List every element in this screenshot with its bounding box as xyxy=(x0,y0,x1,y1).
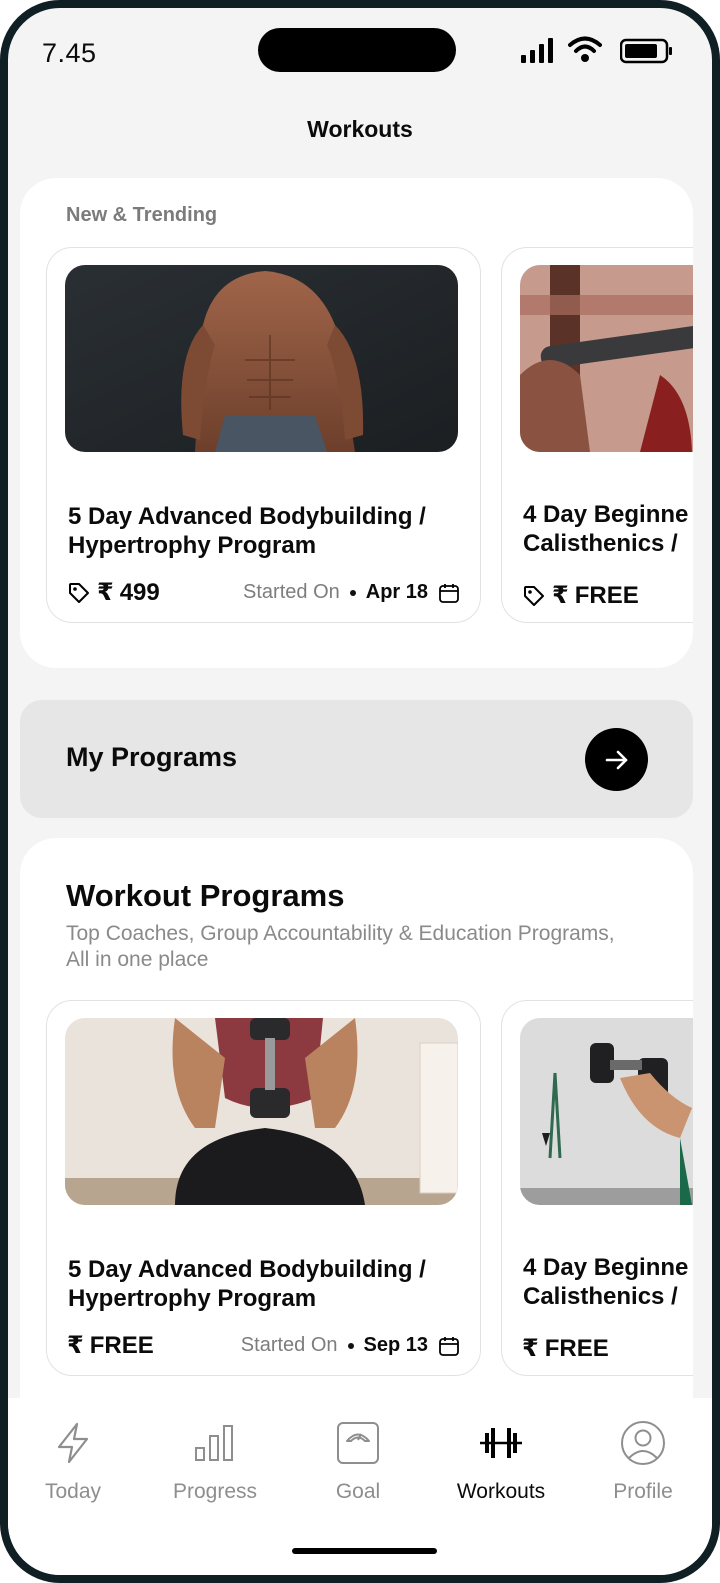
tab-label: Goal xyxy=(335,1480,381,1503)
bar-chart-icon xyxy=(195,1425,233,1461)
price-row: ₹ FREE xyxy=(67,1331,154,1360)
price-tag-icon xyxy=(69,582,89,603)
price-row: ₹ FREE xyxy=(522,581,639,610)
program-card[interactable]: 5 Day Advanced Bodybuilding / Hypertroph… xyxy=(46,247,481,623)
new-trending-section: New & Trending 5 Day Advanced Bodybuildi… xyxy=(20,178,693,668)
price-value: FREE xyxy=(574,581,639,609)
section-heading: Workout Programs xyxy=(66,878,345,913)
tab-today[interactable]: Today xyxy=(8,1420,138,1504)
status-bar: 7.45 xyxy=(8,8,712,108)
start-date: Sep 13 xyxy=(363,1334,428,1356)
arrow-right-icon xyxy=(605,750,627,769)
section-label: New & Trending xyxy=(66,204,218,226)
separator-dot xyxy=(347,1342,354,1349)
program-image xyxy=(520,265,693,452)
workout-programs-section: Workout Programs Top Coaches, Group Acco… xyxy=(20,838,693,1408)
price-value: FREE xyxy=(89,1331,154,1359)
price-value: 499 xyxy=(119,578,160,606)
price-tag-icon xyxy=(524,585,544,606)
my-programs-label: My Programs xyxy=(66,742,238,772)
my-programs-button[interactable]: My Programs xyxy=(20,700,693,818)
currency-symbol: ₹ xyxy=(67,1332,84,1359)
started-on-label: Started On xyxy=(240,1334,338,1356)
program-image xyxy=(520,1018,693,1205)
tab-progress[interactable]: Progress xyxy=(150,1420,280,1504)
tab-label: Progress xyxy=(172,1480,258,1503)
program-image xyxy=(65,265,458,452)
program-title: 4 Day Beginne Calisthenics / xyxy=(523,501,689,557)
started-on-row: Started On Sep 13 xyxy=(241,1334,460,1357)
currency-symbol: ₹ xyxy=(97,579,114,606)
tab-label: Workouts xyxy=(456,1480,546,1503)
tab-goal[interactable]: Goal xyxy=(293,1420,423,1504)
program-card[interactable]: 4 Day Beginne Calisthenics / ₹ FREE xyxy=(501,1000,693,1376)
start-date: Apr 18 xyxy=(365,581,428,603)
separator-dot xyxy=(349,589,356,596)
wifi-icon xyxy=(568,36,602,62)
page-title: Workouts xyxy=(307,116,413,142)
calendar-icon xyxy=(439,583,459,603)
price-value: FREE xyxy=(544,1334,609,1362)
tab-profile[interactable]: Profile xyxy=(578,1420,708,1504)
price-row: ₹ 499 xyxy=(67,578,160,607)
program-title: 5 Day Advanced Bodybuilding / Hypertroph… xyxy=(68,1256,426,1312)
lightning-icon xyxy=(57,1422,89,1464)
program-card[interactable]: 5 Day Advanced Bodybuilding / Hypertroph… xyxy=(46,1000,481,1376)
home-indicator[interactable] xyxy=(292,1548,437,1554)
tab-label: Profile xyxy=(613,1480,673,1503)
battery-icon xyxy=(620,38,672,64)
started-on-label: Started On xyxy=(243,581,340,603)
currency-symbol: ₹ xyxy=(522,1335,539,1362)
program-image xyxy=(65,1018,458,1205)
scale-icon xyxy=(337,1422,379,1464)
status-time: 7.45 xyxy=(42,38,97,68)
arrow-right-button[interactable] xyxy=(585,728,648,791)
bottom-tab-bar: Today Progress Goal Workouts Profile xyxy=(8,1398,712,1575)
calendar-icon xyxy=(439,1336,459,1356)
dumbbell-icon xyxy=(480,1428,522,1458)
started-on-row: Started On Apr 18 xyxy=(243,581,460,604)
program-title: 4 Day Beginne Calisthenics / xyxy=(523,1254,689,1310)
tab-workouts[interactable]: Workouts xyxy=(436,1420,566,1504)
program-title: 5 Day Advanced Bodybuilding / Hypertroph… xyxy=(68,503,426,559)
tab-label: Today xyxy=(44,1480,102,1503)
program-card[interactable]: 4 Day Beginne Calisthenics / ₹ FREE xyxy=(501,247,693,623)
dynamic-island xyxy=(258,28,456,72)
profile-icon xyxy=(621,1421,665,1465)
cellular-signal-icon xyxy=(521,38,553,63)
phone-frame: 7.45 Workouts New & Trending 5 Day Advan… xyxy=(0,0,720,1583)
section-subtitle: Top Coaches, Group Accountability & Educ… xyxy=(66,922,615,971)
currency-symbol: ₹ xyxy=(552,582,569,609)
price-row: ₹ FREE xyxy=(522,1334,609,1363)
